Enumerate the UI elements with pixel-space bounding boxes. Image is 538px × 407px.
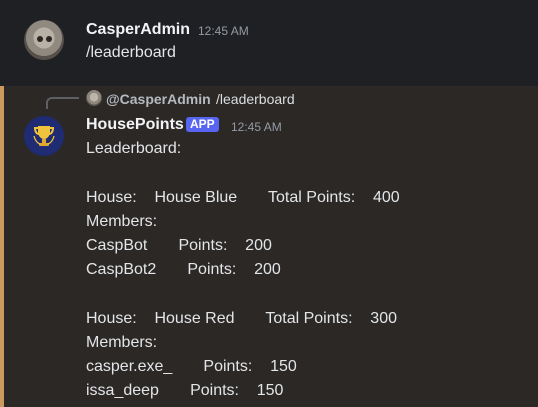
bot-message: @CasperAdmin /leaderboard HousePoints AP… <box>0 86 538 407</box>
trophy-icon <box>33 126 55 146</box>
user-avatar[interactable] <box>24 20 64 60</box>
house-red-member-2: issa_deep Points: 150 <box>86 382 284 399</box>
leaderboard-title: Leaderboard: <box>86 140 182 157</box>
reply-spine <box>46 97 79 109</box>
house-blue-member-2: CaspBot2 Points: 200 <box>86 261 281 278</box>
house-red-member-1: casper.exe_ Points: 150 <box>86 358 297 375</box>
house-blue-summary: House: House Blue Total Points: 400 <box>86 189 400 206</box>
mention-highlight-bar <box>0 86 4 407</box>
house-blue-members-heading: Members: <box>86 213 158 230</box>
house-red-summary: House: House Red Total Points: 300 <box>86 310 397 327</box>
reply-avatar[interactable] <box>86 90 102 106</box>
bot-timestamp: 12:45 AM <box>231 120 282 134</box>
house-red-members-heading: Members: <box>86 334 158 351</box>
user-timestamp: 12:45 AM <box>198 24 249 38</box>
reply-preview-text[interactable]: /leaderboard <box>216 90 295 108</box>
reply-mention[interactable]: @CasperAdmin <box>106 90 211 108</box>
app-badge: APP <box>186 117 219 132</box>
bot-username[interactable]: HousePoints <box>86 115 184 135</box>
user-message-text: /leaderboard <box>86 44 176 61</box>
bot-avatar[interactable] <box>24 116 64 156</box>
house-blue-member-1: CaspBot Points: 200 <box>86 237 272 254</box>
user-message: CasperAdmin 12:45 AM /leaderboard <box>0 0 538 86</box>
user-username[interactable]: CasperAdmin <box>86 20 190 40</box>
